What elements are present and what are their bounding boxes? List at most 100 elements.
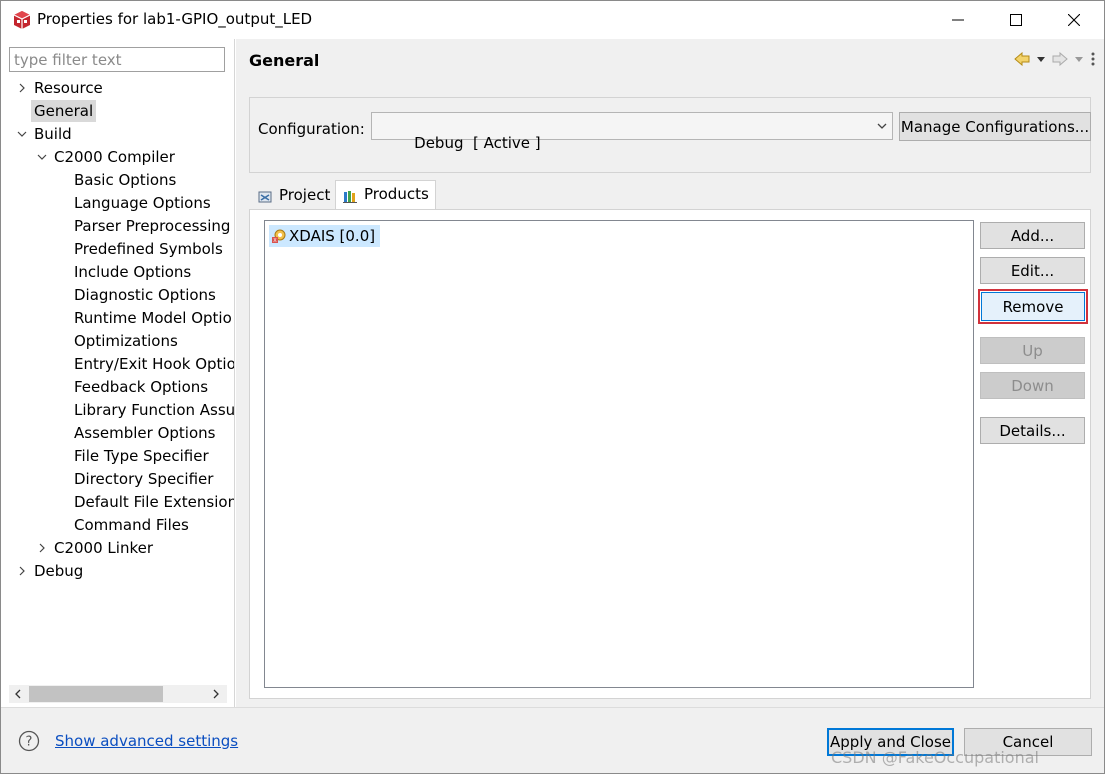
list-item[interactable]: X XDAIS [0.0]: [269, 225, 381, 247]
tree-item[interactable]: C2000 Linker: [51, 537, 156, 559]
filter-input[interactable]: [9, 47, 225, 72]
tree-item[interactable]: Basic Options: [71, 169, 179, 191]
apply-and-close-button[interactable]: Apply and Close: [827, 728, 954, 756]
svg-text:?: ?: [26, 735, 33, 750]
back-arrow-icon[interactable]: [1014, 52, 1030, 66]
tree-item[interactable]: Predefined Symbols: [71, 238, 226, 260]
tree-item-label: Runtime Model Optio: [74, 309, 232, 327]
scroll-left-icon[interactable]: [11, 687, 25, 701]
tree-item-label: Optimizations: [74, 332, 178, 350]
edit-button[interactable]: Edit...: [980, 257, 1085, 284]
scrollbar-thumb[interactable]: [29, 686, 163, 702]
tree-horizontal-scrollbar[interactable]: [9, 685, 227, 703]
navigation-panel: Resource General Build C2000 Compiler Basic …: [1, 39, 235, 707]
properties-dialog: Properties for lab1-GPIO_output_LED Reso…: [0, 0, 1105, 774]
tree-item-label: Debug: [34, 562, 84, 580]
tree-item[interactable]: Library Function Assu: [71, 399, 234, 421]
tab-project[interactable]: Project: [251, 182, 336, 209]
close-icon: [1068, 14, 1080, 26]
forward-dropdown-icon[interactable]: [1074, 55, 1084, 63]
app-cube-icon: [13, 11, 31, 29]
chevron-down-icon[interactable]: [36, 151, 48, 163]
page-header: General: [236, 39, 1104, 83]
svg-text:X: X: [273, 238, 277, 244]
tree-item[interactable]: C2000 Compiler: [51, 146, 178, 168]
tree-item[interactable]: Entry/Exit Hook Optio: [71, 353, 235, 375]
show-advanced-settings-link[interactable]: Show advanced settings: [55, 732, 238, 750]
minimize-button[interactable]: [929, 1, 987, 39]
tree-item[interactable]: Include Options: [71, 261, 194, 283]
list-item-label: XDAIS [0.0]: [289, 227, 376, 245]
tree-item-label: File Type Specifier: [74, 447, 209, 465]
tree-item[interactable]: Assembler Options: [71, 422, 218, 444]
tree-item-label: General: [34, 102, 94, 120]
tree-item-label: Build: [34, 125, 72, 143]
chevron-down-icon[interactable]: [16, 128, 28, 140]
tab-project-label: Project: [279, 186, 331, 204]
tree-item-label: Include Options: [74, 263, 192, 281]
down-button[interactable]: Down: [980, 372, 1085, 399]
tree-item-label: Resource: [34, 79, 103, 97]
dialog-footer: ? Show advanced settings Apply and Close…: [1, 707, 1104, 773]
chevron-right-icon[interactable]: [36, 542, 48, 554]
title-bar: Properties for lab1-GPIO_output_LED: [1, 1, 1104, 39]
tree-item[interactable]: Default File Extension: [71, 491, 234, 513]
tree-item[interactable]: Build: [31, 123, 75, 145]
details-button[interactable]: Details...: [980, 417, 1085, 444]
back-dropdown-icon[interactable]: [1036, 55, 1046, 63]
tree-item[interactable]: File Type Specifier: [71, 445, 212, 467]
configuration-select[interactable]: Debug [ Active ]: [371, 112, 893, 152]
chevron-down-icon: [877, 123, 887, 129]
tree-item-label: Assembler Options: [74, 424, 216, 442]
configuration-label: Configuration:: [258, 120, 365, 138]
products-list[interactable]: X XDAIS [0.0]: [264, 220, 974, 688]
tree-item-label: C2000 Compiler: [54, 148, 175, 166]
tree-item-label: Directory Specifier: [74, 470, 214, 488]
tree-item[interactable]: Optimizations: [71, 330, 181, 352]
configuration-group: Configuration: Debug [ Active ] Manage C…: [249, 97, 1091, 173]
tree-item[interactable]: General: [31, 100, 97, 122]
close-button[interactable]: [1045, 1, 1103, 39]
tree-item-label: C2000 Linker: [54, 539, 153, 557]
tab-products[interactable]: Products: [335, 180, 436, 209]
products-icon: [343, 191, 357, 203]
tree-item[interactable]: Parser Preprocessing: [71, 215, 233, 237]
view-menu-icon[interactable]: [1090, 51, 1096, 67]
products-panel: X XDAIS [0.0] Add... Edit... Remove Up D…: [249, 209, 1091, 699]
remove-button[interactable]: Remove: [981, 292, 1085, 321]
page-title: General: [249, 51, 320, 70]
chevron-right-icon[interactable]: [16, 82, 28, 94]
add-button[interactable]: Add...: [980, 222, 1085, 249]
header-toolbar: [1014, 49, 1096, 69]
tree-item-label: Command Files: [74, 516, 189, 534]
tree-item[interactable]: Language Options: [71, 192, 214, 214]
manage-configurations-button[interactable]: Manage Configurations...: [899, 112, 1091, 141]
maximize-icon: [1010, 14, 1022, 26]
help-icon[interactable]: ?: [18, 730, 40, 752]
scroll-right-icon[interactable]: [209, 687, 223, 701]
cancel-button[interactable]: Cancel: [964, 728, 1092, 756]
configuration-value: Debug [ Active ]: [414, 134, 541, 152]
tree-item-label: Feedback Options: [74, 378, 209, 396]
tree-item[interactable]: Debug: [31, 560, 86, 582]
up-button[interactable]: Up: [980, 337, 1085, 364]
tree-item-label: Entry/Exit Hook Optio: [74, 355, 235, 373]
chevron-right-icon[interactable]: [16, 565, 28, 577]
tree-item[interactable]: Feedback Options: [71, 376, 211, 398]
tree-item[interactable]: Command Files: [71, 514, 192, 536]
tree-item-label: Parser Preprocessing: [74, 217, 231, 235]
tree-item-label: Diagnostic Options: [74, 286, 216, 304]
minimize-icon: [952, 19, 964, 21]
tree-item[interactable]: Directory Specifier: [71, 468, 216, 490]
window-title: Properties for lab1-GPIO_output_LED: [37, 10, 313, 28]
forward-arrow-icon[interactable]: [1052, 52, 1068, 66]
tree-item[interactable]: Diagnostic Options: [71, 284, 219, 306]
tree-item-label: Basic Options: [74, 171, 177, 189]
maximize-button[interactable]: [987, 1, 1045, 39]
project-icon: [258, 191, 272, 203]
tree-item-label: Language Options: [74, 194, 211, 212]
properties-page: General Configuration: Debug [ Active ] …: [236, 39, 1104, 707]
tree-item-label: Predefined Symbols: [74, 240, 223, 258]
tree-item[interactable]: Resource: [31, 77, 106, 99]
tree-item[interactable]: Runtime Model Optio: [71, 307, 234, 329]
